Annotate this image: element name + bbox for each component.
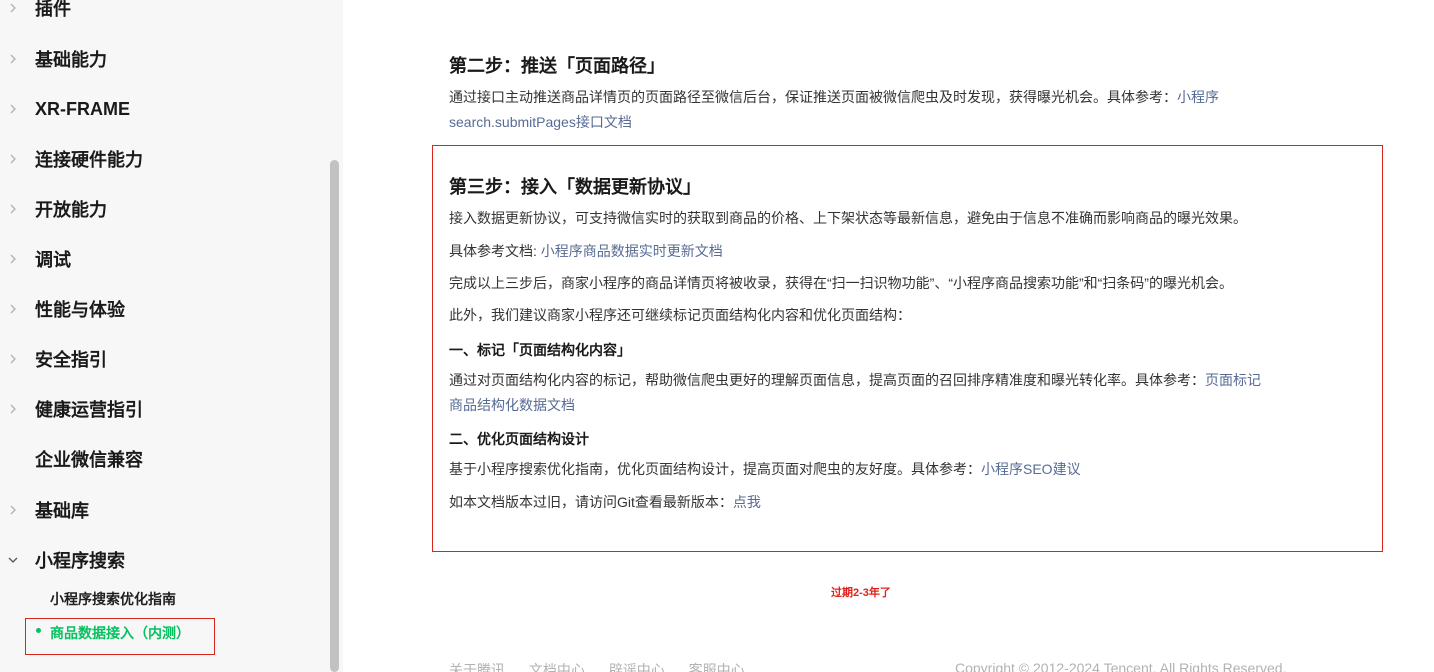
highlight-box [25,618,215,655]
sidebar-item-open-capabilities[interactable]: 开放能力 [0,189,330,229]
chevron-right-icon [6,202,20,216]
sidebar-item-label: 小程序搜索 [35,551,125,571]
section1-title: 一、标记「页面结构化内容」 [449,342,631,358]
page-markup-link[interactable]: 页面标记 [1205,372,1261,388]
section1-text-cont: 商品结构化数据文档 [449,393,575,418]
besides-text: 此外，我们建议商家小程序还可继续标记页面结构化内容和优化页面结构： [449,307,911,323]
sidebar-item-plugins[interactable]: 插件 [0,0,330,28]
git-text-body: 如本文档版本过旧，请访问Git查看最新版本： [449,494,733,510]
chevron-right-icon [6,252,20,266]
step3-title: 第三步：接入「数据更新协议」 [449,177,701,197]
footer-link-rumor[interactable]: 辟谣中心 [609,662,665,672]
sidebar-item-basic-capabilities[interactable]: 基础能力 [0,39,330,79]
submit-pages-link[interactable]: 小程序 [1177,89,1219,105]
section1-text: 通过对页面结构化内容的标记，帮助微信爬虫更好的理解页面信息，提高页面的召回排序精… [449,368,1261,393]
step2-title: 第二步：推送「页面路径」 [449,56,665,76]
chevron-right-icon [6,152,20,166]
sidebar-item-debug[interactable]: 调试 [0,239,330,279]
sidebar-item-label: 性能与体验 [35,300,125,320]
footer-link-about[interactable]: 关于腾讯 [449,662,505,672]
step2-text-body: 通过接口主动推送商品详情页的页面路径至微信后台，保证推送页面被微信爬虫及时发现，… [449,89,1177,105]
sidebar-item-security[interactable]: 安全指引 [0,339,330,379]
sidebar-item-label: 基础库 [35,501,89,521]
structured-data-doc-link[interactable]: 商品结构化数据文档 [449,397,575,413]
chevron-right-icon [6,402,20,416]
git-link[interactable]: 点我 [733,494,761,510]
sidebar-item-health-ops[interactable]: 健康运营指引 [0,389,330,429]
sidebar-item-label: XR-FRAME [35,98,130,119]
copyright: Copyright © 2012-2024 Tencent. All Right… [955,660,1287,672]
chevron-right-icon [6,302,20,316]
summary-text: 完成以上三步后，商家小程序的商品详情页将被收录，获得在“扫一扫识物功能”、“小程… [449,275,1233,291]
chevron-right-icon [6,503,20,517]
realtime-update-doc-link[interactable]: 小程序商品数据实时更新文档 [541,243,723,259]
annotation-note: 过期2-3年了 [831,587,891,599]
chevron-right-icon [6,352,20,366]
chevron-right-icon [6,102,20,116]
sidebar: 插件 基础能力 XR-FRAME 连接硬件能力 开放能力 调试 性能与体验 安全… [0,0,343,672]
footer-link-docs[interactable]: 文档中心 [529,662,585,672]
main-content: 第二步：推送「页面路径」 通过接口主动推送商品详情页的页面路径至微信后台，保证推… [343,0,1434,672]
sidebar-item-xr-frame[interactable]: XR-FRAME [0,89,330,129]
sidebar-item-label: 开放能力 [35,200,107,220]
section2-text-body: 基于小程序搜索优化指南，优化页面结构设计，提高页面对爬虫的友好度。具体参考： [449,461,981,477]
sidebar-item-label: 调试 [35,250,71,270]
step3-text: 接入数据更新协议，可支持微信实时的获取到商品的价格、上下架状态等最新信息，避免由… [449,210,1247,226]
sidebar-item-label: 安全指引 [35,350,107,370]
sidebar-item-label: 健康运营指引 [35,400,143,420]
sidebar-subitem-search-guide[interactable]: 小程序搜索优化指南 [50,589,176,609]
sidebar-scrollbar[interactable] [330,160,339,672]
submit-pages-link-cont[interactable]: search.submitPages接口文档 [449,114,632,130]
sidebar-item-label: 企业微信兼容 [35,450,143,470]
chevron-right-icon [6,1,20,15]
sidebar-item-label: 基础能力 [35,50,107,70]
footer-link-support[interactable]: 客服中心 [689,662,745,672]
chevron-down-icon [6,553,20,567]
chevron-right-icon [6,52,20,66]
sidebar-item-hardware[interactable]: 连接硬件能力 [0,139,330,179]
section2-text: 基于小程序搜索优化指南，优化页面结构设计，提高页面对爬虫的友好度。具体参考：小程… [449,457,1081,482]
step3-ref-prefix: 具体参考文档: [449,243,541,259]
sidebar-item-label: 插件 [35,0,71,19]
footer-links: 关于腾讯 文档中心 辟谣中心 客服中心 [449,660,765,672]
sidebar-item-label: 连接硬件能力 [35,150,143,170]
git-text: 如本文档版本过旧，请访问Git查看最新版本：点我 [449,490,761,515]
section1-text-body: 通过对页面结构化内容的标记，帮助微信爬虫更好的理解页面信息，提高页面的召回排序精… [449,372,1205,388]
step2-text: 通过接口主动推送商品详情页的页面路径至微信后台，保证推送页面被微信爬虫及时发现，… [449,85,1219,110]
step3-ref: 具体参考文档: 小程序商品数据实时更新文档 [449,239,723,264]
section2-title: 二、优化页面结构设计 [449,431,589,447]
sidebar-item-performance[interactable]: 性能与体验 [0,289,330,329]
sidebar-item-base-library[interactable]: 基础库 [0,490,330,530]
seo-advice-link[interactable]: 小程序SEO建议 [981,461,1081,477]
step2-text-cont: search.submitPages接口文档 [449,110,632,135]
sidebar-item-search[interactable]: 小程序搜索 [0,540,330,580]
sidebar-item-wecom[interactable]: 企业微信兼容 [0,439,330,479]
